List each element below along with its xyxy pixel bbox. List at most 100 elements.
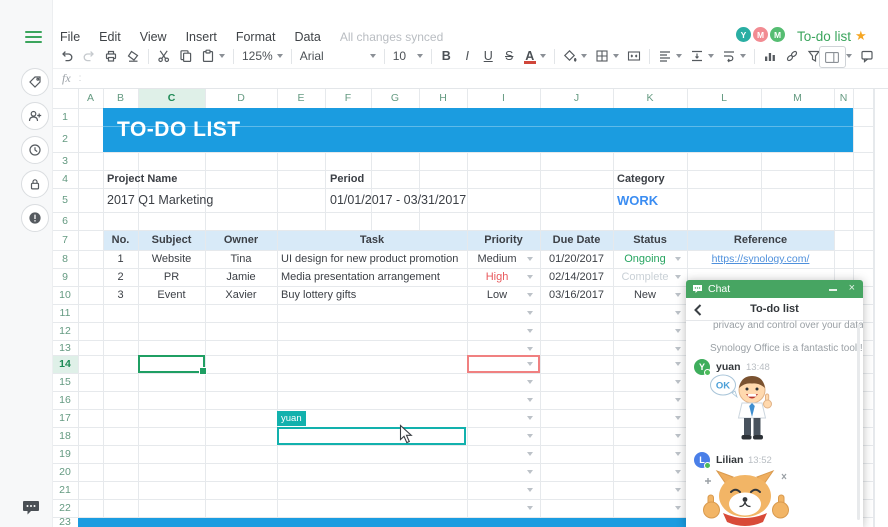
priority-dropdown-icon[interactable] [527,293,533,297]
priority-dropdown-icon[interactable] [527,398,533,402]
status-dropdown-icon[interactable] [675,275,681,279]
status-dropdown-icon[interactable] [675,257,681,261]
project-name-value[interactable]: 2017 Q1 Marketing [107,188,297,212]
status-dropdown-icon[interactable] [675,347,681,351]
cell-status-2[interactable]: Complete [615,268,675,286]
col-header-owner[interactable]: Owner [205,230,277,250]
horizontal-align-icon[interactable] [654,45,686,67]
fill-handle[interactable] [199,367,207,375]
close-icon[interactable]: × [849,282,855,294]
print-icon[interactable] [100,45,122,67]
cell-subject-3[interactable]: Event [138,286,205,304]
row-header-15[interactable]: 15 [52,373,78,391]
row-header-8[interactable]: 8 [52,250,78,268]
row-header-22[interactable]: 22 [52,499,78,517]
priority-dropdown-icon[interactable] [527,434,533,438]
period-label[interactable]: Period [330,170,450,188]
priority-dropdown-icon[interactable] [527,416,533,420]
status-dropdown-icon[interactable] [675,398,681,402]
menu-format[interactable]: Format [236,30,276,44]
avatar[interactable]: M [770,27,785,42]
italic-icon[interactable]: I [457,45,478,67]
avatar[interactable]: Y [736,27,751,42]
column-header-C[interactable]: C [138,88,205,108]
cell-priority-2[interactable]: High [467,268,527,286]
status-dropdown-icon[interactable] [675,470,681,474]
row-header-13[interactable]: 13 [52,340,78,355]
chat-panel-header[interactable]: Chat × [686,280,863,298]
row-header-10[interactable]: 10 [52,286,78,304]
col-header-no[interactable]: No. [103,230,138,250]
row-header-5[interactable]: 5 [52,188,78,212]
category-value[interactable]: WORK [617,188,717,212]
status-dropdown-icon[interactable] [675,434,681,438]
zoom-select[interactable]: 125% [238,45,287,67]
cell-owner-2[interactable]: Jamie [205,268,277,286]
column-header-A[interactable]: A [78,88,103,108]
fill-color-icon[interactable] [559,45,591,67]
cell-priority-1[interactable]: Medium [467,250,527,268]
vertical-align-icon[interactable] [686,45,718,67]
copy-icon[interactable] [175,45,197,67]
priority-dropdown-icon[interactable] [527,506,533,510]
merge-cells-icon[interactable] [623,45,645,67]
column-header-N[interactable]: N [834,88,853,108]
priority-dropdown-icon[interactable] [527,257,533,261]
priority-dropdown-icon[interactable] [527,488,533,492]
formula-input[interactable] [81,69,888,88]
column-header-E[interactable]: E [277,88,325,108]
status-dropdown-icon[interactable] [675,329,681,333]
cell-subject-1[interactable]: Website [138,250,205,268]
avatar[interactable]: M [753,27,768,42]
sheet-title-cell[interactable]: TO-DO LIST [103,108,853,152]
insert-link-icon[interactable] [781,45,803,67]
cell-subject-2[interactable]: PR [138,268,205,286]
column-header-K[interactable]: K [613,88,687,108]
panel-toggle-button[interactable] [819,46,846,68]
font-size-select[interactable]: 10 [389,45,427,67]
cell-reference-link-1[interactable]: https://synology.com/ [687,250,834,268]
column-header-B[interactable]: B [103,88,138,108]
priority-dropdown-icon[interactable] [527,311,533,315]
info-icon[interactable] [21,204,49,232]
status-dropdown-icon[interactable] [675,362,681,366]
lock-icon[interactable] [21,170,49,198]
project-name-label[interactable]: Project Name [107,170,267,188]
priority-dropdown-icon[interactable] [527,275,533,279]
row-header-21[interactable]: 21 [52,481,78,499]
minimize-icon[interactable] [829,289,837,291]
column-header-J[interactable]: J [540,88,613,108]
col-header-subject[interactable]: Subject [138,230,205,250]
row-header-14[interactable]: 14 [52,355,78,373]
redo-icon[interactable] [78,45,100,67]
col-header-task[interactable]: Task [277,230,467,250]
borders-icon[interactable] [591,45,623,67]
status-dropdown-icon[interactable] [675,488,681,492]
row-header-12[interactable]: 12 [52,322,78,340]
cell-task-3[interactable]: Buy lottery gifts [281,286,463,304]
priority-dropdown-icon[interactable] [527,347,533,351]
comment-icon[interactable] [856,45,878,67]
menu-file[interactable]: File [60,30,80,44]
font-select[interactable]: Arial [296,45,380,67]
priority-dropdown-icon[interactable] [527,452,533,456]
favorite-star-icon[interactable]: ★ [855,28,867,44]
cell-no-1[interactable]: 1 [103,250,138,268]
row-header-2[interactable]: 2 [52,126,78,152]
chat-scrollbar[interactable] [857,324,860,520]
cell-priority-3[interactable]: Low [467,286,527,304]
menu-insert[interactable]: Insert [186,30,217,44]
period-value[interactable]: 01/01/2017 - 03/31/2017 [330,188,530,212]
cell-due-3[interactable]: 03/16/2017 [540,286,613,304]
status-dropdown-icon[interactable] [675,452,681,456]
row-header-18[interactable]: 18 [52,427,78,445]
column-header-I[interactable]: I [467,88,540,108]
status-dropdown-icon[interactable] [675,416,681,420]
cell-owner-3[interactable]: Xavier [205,286,277,304]
column-header-L[interactable]: L [687,88,761,108]
row-header-23[interactable]: 23 [52,517,78,527]
text-color-icon[interactable]: A [520,45,550,67]
status-dropdown-icon[interactable] [675,293,681,297]
menu-view[interactable]: View [140,30,167,44]
back-icon[interactable] [694,303,702,321]
